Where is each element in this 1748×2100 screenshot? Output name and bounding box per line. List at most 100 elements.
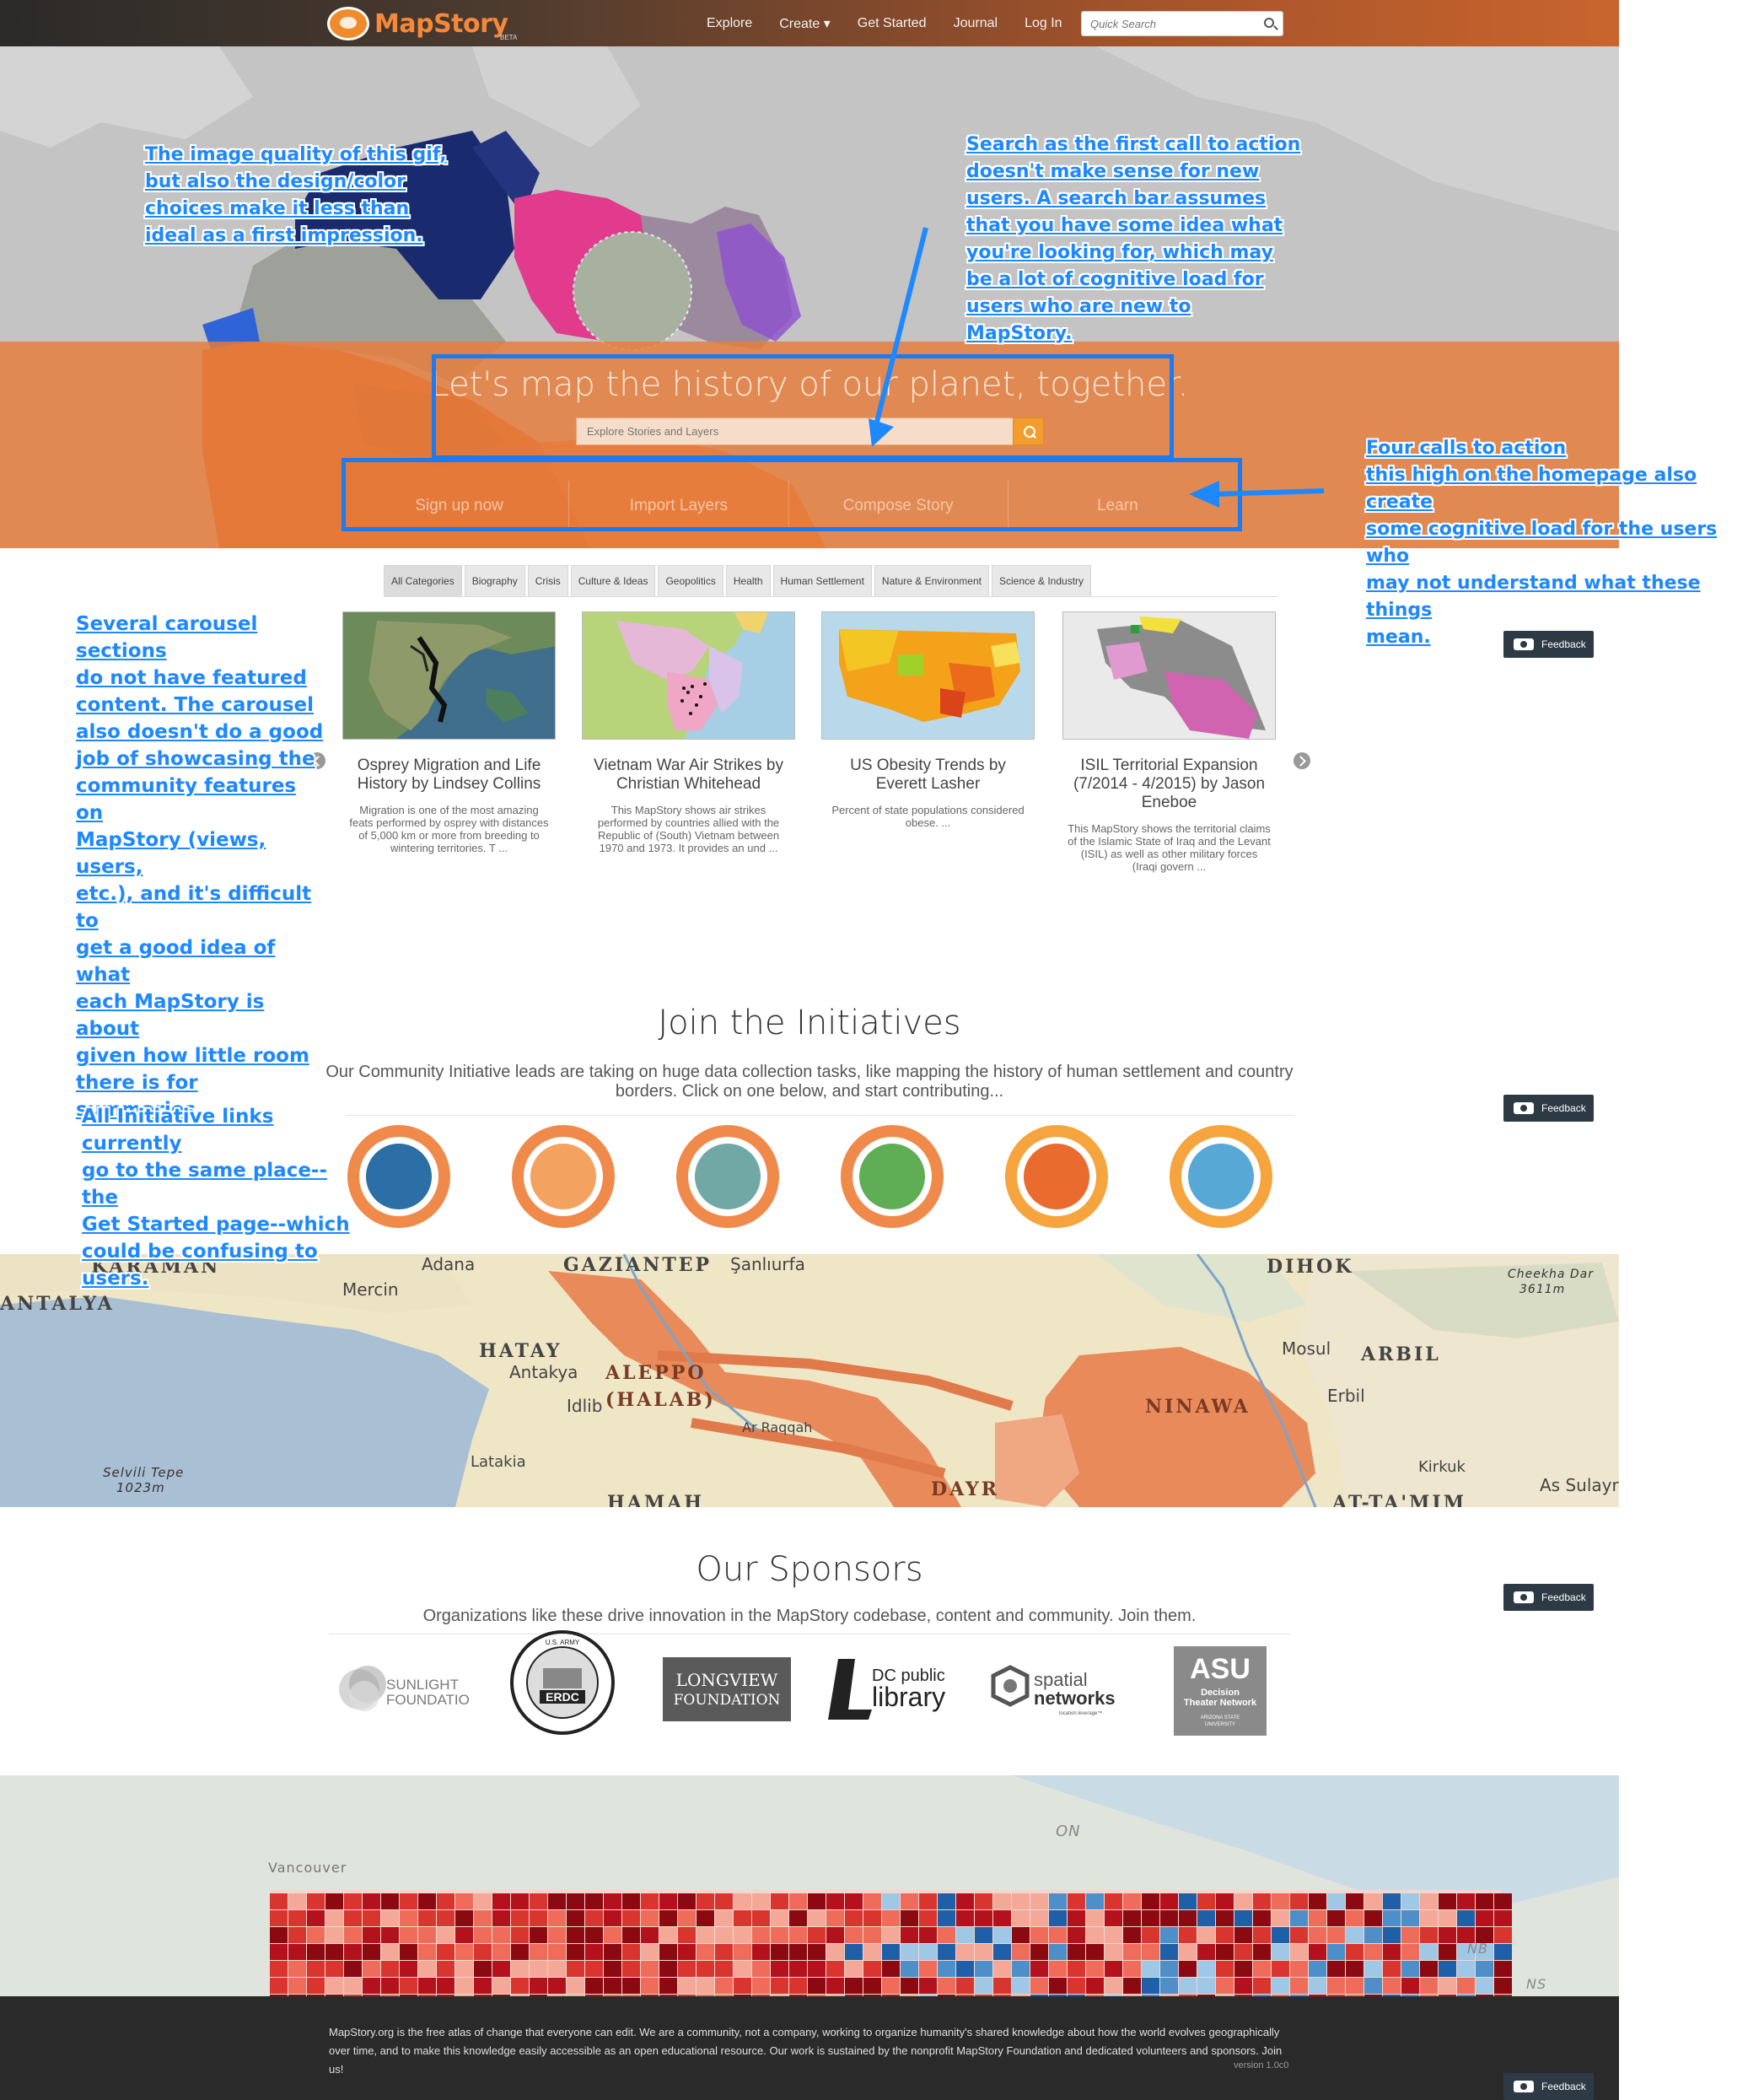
story-card[interactable]: US Obesity Trends by Everett Lasher Perc…	[821, 611, 1035, 829]
logo-text: MapStory	[374, 8, 508, 39]
county-cell	[530, 1910, 547, 1926]
story-card[interactable]: Vietnam War Air Strikes by Christian Whi…	[582, 611, 795, 854]
initiative-boundaries-badge[interactable]	[841, 1125, 944, 1228]
county-cell	[1253, 1978, 1271, 1994]
county-cell	[938, 1910, 955, 1926]
county-cell	[530, 1893, 547, 1909]
county-cell	[1086, 1978, 1104, 1994]
map-label: DAYR	[931, 1478, 1000, 1500]
sponsor-longview-logo[interactable]: LONGVIEW FOUNDATION	[663, 1643, 791, 1736]
story-title[interactable]: US Obesity Trends by Everett Lasher	[821, 757, 1035, 794]
county-cell	[1068, 1978, 1085, 1994]
county-cell	[1160, 1978, 1178, 1994]
sponsor-sunlight-logo[interactable]: SUNLIGHT FOUNDATION	[334, 1643, 469, 1736]
county-cell	[418, 1944, 436, 1960]
county-cell	[511, 1893, 529, 1909]
tab-biography[interactable]: Biography	[464, 565, 525, 596]
county-cell	[381, 1944, 399, 1960]
mapstory-logo[interactable]: MapStory BETA	[327, 5, 517, 42]
initiative-language-badge[interactable]	[512, 1125, 615, 1228]
county-cell	[863, 1944, 881, 1960]
county-cell	[678, 1961, 696, 1977]
county-cell	[1494, 1961, 1512, 1977]
map-label: NB	[1467, 1941, 1488, 1957]
nav-get-started[interactable]: Get Started	[858, 16, 927, 31]
county-cell	[511, 1944, 529, 1960]
feedback-button[interactable]: Feedback	[1503, 2073, 1594, 2100]
county-cell	[863, 1910, 881, 1926]
map-band-middle-east: KARAMAN Adana GAZIANTEP Şanlıurfa DIHOK …	[0, 1254, 1619, 1507]
county-cell	[678, 1944, 696, 1960]
county-cell	[1030, 1961, 1048, 1977]
county-cell	[641, 1961, 659, 1977]
initiative-local-badge[interactable]	[1170, 1125, 1272, 1228]
story-title[interactable]: ISIL Territorial Expansion (7/2014 - 4/2…	[1062, 757, 1276, 812]
story-card[interactable]: ISIL Territorial Expansion (7/2014 - 4/2…	[1062, 611, 1276, 873]
tab-culture-ideas[interactable]: Culture & Ideas	[570, 565, 656, 596]
county-cell	[1290, 1910, 1308, 1926]
sponsor-dc-library-logo[interactable]: DC public library	[826, 1643, 961, 1736]
county-cell	[1327, 1910, 1345, 1926]
map-label: Cheekha Dar	[1508, 1268, 1594, 1281]
story-summary: This MapStory shows the territorial clai…	[1068, 822, 1271, 873]
nav-log-in[interactable]: Log In	[1025, 16, 1062, 31]
sponsor-text: LONGVIEW	[676, 1670, 778, 1690]
county-cell	[1401, 1910, 1419, 1926]
sponsor-spatial-networks-logo[interactable]: spatial networks location leverage™	[988, 1643, 1123, 1736]
county-cell	[437, 1893, 454, 1909]
county-cell	[1327, 1927, 1345, 1943]
tab-human-settlement[interactable]: Human Settlement	[772, 565, 872, 596]
county-cell	[901, 1978, 918, 1994]
story-title[interactable]: Osprey Migration and Life History by Lin…	[342, 757, 556, 794]
nav-create[interactable]: Create ▾	[779, 15, 831, 32]
county-cell	[1476, 1893, 1493, 1909]
county-cell	[845, 1927, 863, 1943]
county-cell	[1309, 1961, 1326, 1977]
county-cell	[344, 1978, 362, 1994]
county-cell	[1327, 1961, 1345, 1977]
sponsor-erdc-logo[interactable]: ERDC U.S. ARMY	[508, 1630, 617, 1735]
story-card[interactable]: Osprey Migration and Life History by Lin…	[342, 611, 556, 854]
feedback-button[interactable]: Feedback	[1503, 1095, 1594, 1122]
county-cell	[1105, 1978, 1122, 1994]
tab-all-categories[interactable]: All Categories	[384, 565, 462, 596]
nav-journal[interactable]: Journal	[954, 16, 998, 31]
county-cell	[1309, 1893, 1326, 1909]
county-cell	[604, 1961, 621, 1977]
initiative-breweries-badge[interactable]	[676, 1125, 779, 1228]
county-cell	[1457, 1910, 1475, 1926]
county-cell	[641, 1927, 659, 1943]
feedback-button[interactable]: Feedback	[1503, 1584, 1594, 1611]
tab-health[interactable]: Health	[725, 565, 771, 596]
sponsor-asu-logo[interactable]: ASU Decision Theater Network ARIZONA STA…	[1174, 1645, 1267, 1737]
county-cell	[789, 1927, 807, 1943]
map-label: Adana	[422, 1254, 476, 1274]
tab-crisis[interactable]: Crisis	[527, 565, 568, 596]
county-cell	[1494, 1978, 1512, 1994]
tab-nature-environment[interactable]: Nature & Environment	[874, 565, 989, 596]
county-cell	[919, 1961, 937, 1977]
county-cell	[826, 1910, 844, 1926]
initiatives-subtitle: Our Community Initiative leads are takin…	[325, 1063, 1294, 1101]
county-cell	[1123, 1910, 1141, 1926]
county-cell	[1383, 1927, 1401, 1943]
county-cell	[1197, 1910, 1215, 1926]
story-title[interactable]: Vietnam War Air Strikes by Christian Whi…	[582, 757, 795, 794]
nav-explore[interactable]: Explore	[707, 16, 752, 31]
carousel-next-icon[interactable]	[1294, 752, 1310, 769]
county-cell	[1494, 1927, 1512, 1943]
sponsor-text: ARIZONA STATE	[1201, 1715, 1240, 1720]
county-cell	[567, 1978, 584, 1994]
initiative-police-badge[interactable]	[347, 1125, 450, 1228]
county-cell	[1142, 1927, 1159, 1943]
footer-version: version 1.0c0	[1234, 2060, 1289, 2070]
county-cell	[1197, 1927, 1215, 1943]
search-icon[interactable]	[1264, 18, 1274, 28]
county-cell	[938, 1978, 955, 1994]
quick-search-input[interactable]	[1082, 12, 1250, 35]
county-cell	[1401, 1927, 1419, 1943]
tab-geopolitics[interactable]: Geopolitics	[658, 565, 723, 596]
tab-science-industry[interactable]: Science & Industry	[991, 565, 1092, 596]
county-cell	[1253, 1893, 1271, 1909]
initiative-paleo-badge[interactable]	[1005, 1125, 1108, 1228]
